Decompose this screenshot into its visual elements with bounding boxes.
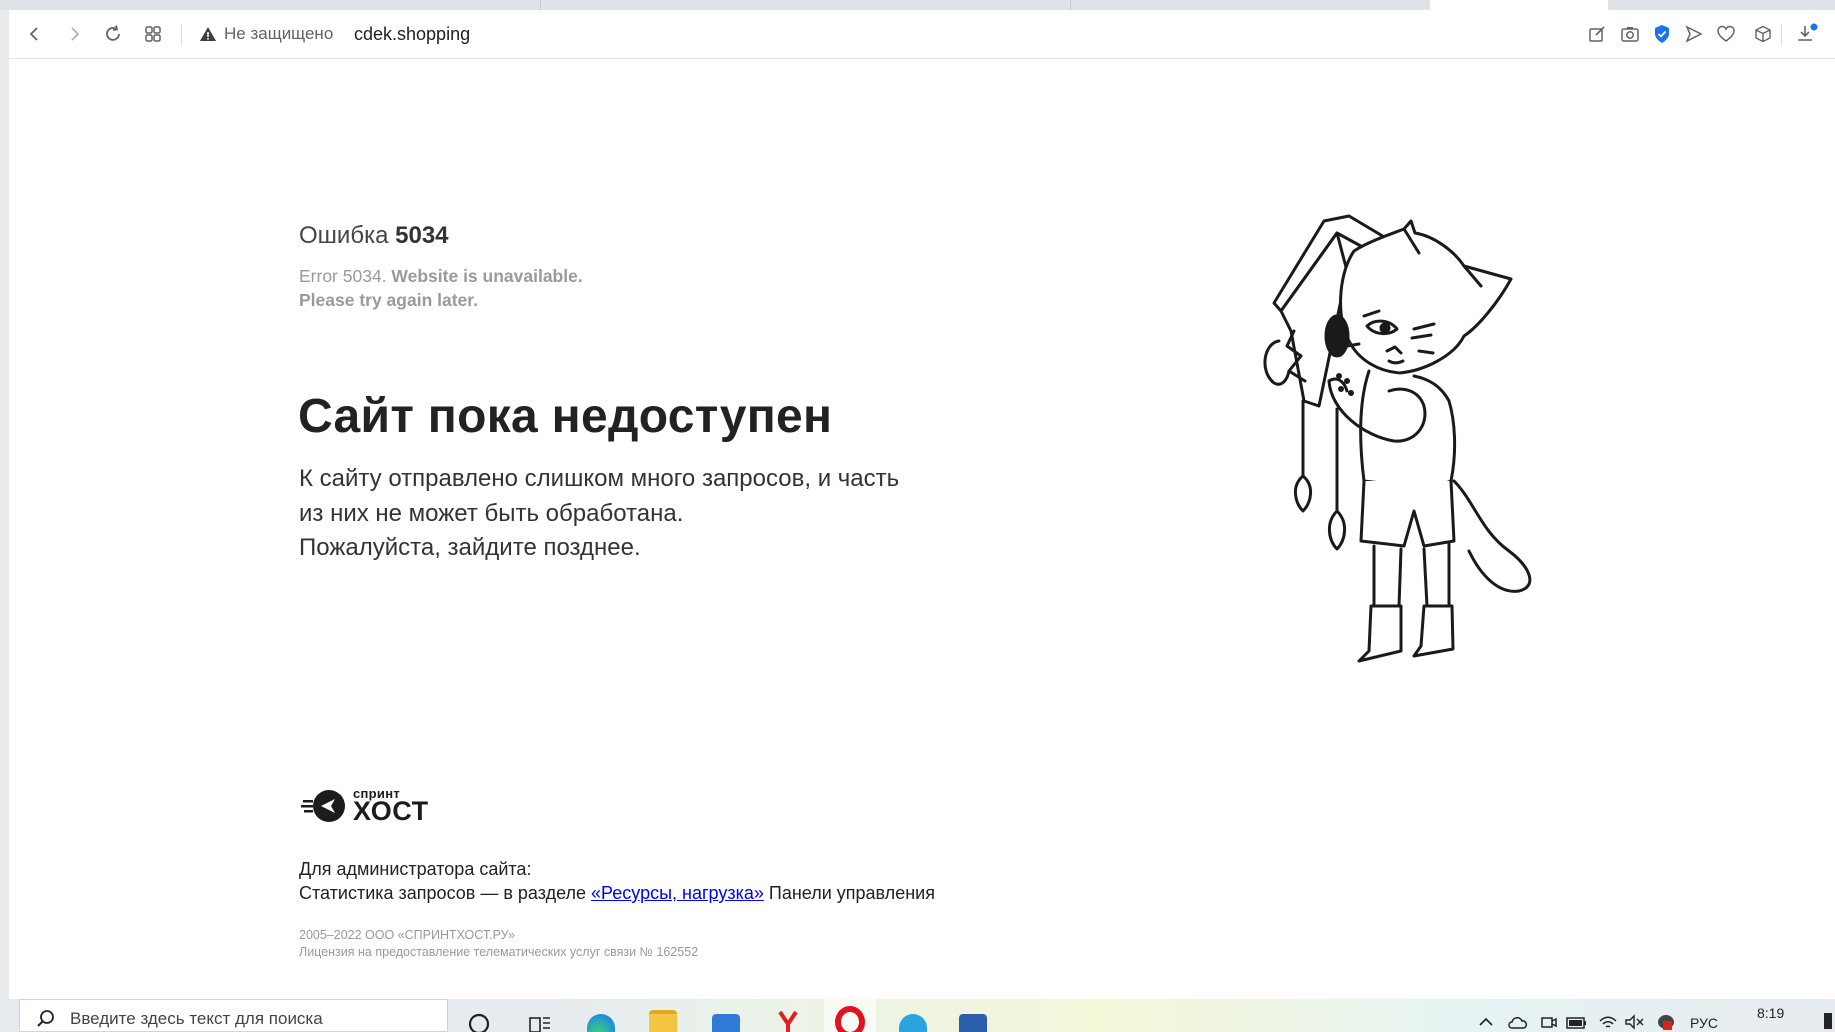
cortana-button[interactable] [464,1007,494,1032]
clock-time[interactable]: 8:19 [1757,1005,1784,1021]
admin-text-before: Статистика запросов — в разделе [299,883,587,903]
admin-info: Для администратора сайта: Статистика зап… [299,857,935,905]
page-content: Ошибка 5034 Error 5034. Website is unava… [9,59,1835,999]
description-line: из них не может быть обработана. [299,499,684,527]
error-en-bold-1: Website is unavailable. [391,266,583,286]
error-en-plain: Error 5034. [299,266,387,286]
camera-icon [1621,27,1639,42]
app-tray-icon[interactable] [1655,1013,1677,1031]
license: Лицензия на предоставление телематически… [299,945,699,959]
toolbar-divider [1781,24,1782,46]
extensions-button[interactable] [1751,22,1775,46]
active-tab[interactable] [1430,0,1608,10]
reload-icon [106,25,120,41]
tab-separator [540,0,541,10]
taskbar-edge[interactable] [586,1007,616,1032]
favorites-button[interactable] [1714,22,1738,46]
security-label: Не защищено [224,24,334,43]
folder-icon [649,1010,677,1032]
cube-icon [1755,25,1771,43]
error-description: К сайту отправлено слишком много запросо… [299,462,979,566]
back-button[interactable] [23,22,47,46]
taskbar-telegram[interactable] [898,1007,928,1032]
cat-with-cuckoo-clock-illustration [1263,214,1532,663]
edit-page-button[interactable] [1585,22,1609,46]
tab-strip [0,0,1835,10]
meet-now-icon[interactable] [1540,1014,1558,1030]
grid-icon [145,26,161,42]
security-indicator[interactable]: Не защищено [199,24,333,44]
search-placeholder: Введите здесь текст для поиска [70,1009,323,1028]
address-bar[interactable]: cdek.shopping [354,24,470,45]
chevron-up-icon[interactable] [1478,1015,1494,1027]
downloads-button[interactable] [1795,22,1819,46]
speed-dial-button[interactable] [141,22,165,46]
windows-taskbar: Введите здесь текст для поиска РУС 8:19 [0,999,1835,1032]
task-view-icon [529,1017,550,1032]
resources-load-link[interactable]: «Ресурсы, нагрузка» [591,883,764,903]
description-line: К сайту отправлено слишком много запросо… [299,465,900,492]
opera-icon [835,1006,865,1032]
page-title: Сайт пока недоступен [298,390,833,443]
error-english: Error 5034. Website is unavailable. Plea… [299,264,583,312]
reload-button[interactable] [101,22,125,46]
telegram-icon [899,1014,927,1032]
forward-button[interactable] [62,22,86,46]
mail-icon [712,1014,740,1032]
edge-icon [587,1014,615,1032]
taskbar-opera[interactable] [824,999,876,1032]
taskbar-explorer[interactable] [648,1007,678,1032]
task-view-button[interactable] [525,1007,555,1032]
snapshot-button[interactable] [1618,22,1642,46]
search-icon [37,1010,54,1027]
arrow-left-icon [29,27,38,41]
logo-text-bottom: ХОСТ [353,796,429,826]
battery-icon[interactable] [1566,1015,1588,1029]
cortana-circle-icon [468,1013,490,1032]
description-line: Пожалуйста, зайдите позднее. [299,534,641,561]
error-prefix: Ошибка [299,222,389,249]
toolbar-divider [181,24,182,46]
copyright: 2005–2022 ООО «СПРИНТХОСТ.РУ» [299,928,516,942]
input-language[interactable]: РУС [1690,1015,1718,1031]
error-code: 5034 [395,222,449,249]
download-icon [1798,23,1818,41]
yandex-browser-icon [778,1010,798,1032]
share-button[interactable] [1682,22,1706,46]
tab-separator [1070,0,1071,10]
edit-icon [1589,26,1605,42]
taskbar-word[interactable] [958,1007,988,1032]
footer-legal: 2005–2022 ООО «СПРИНТХОСТ.РУ» Лицензия н… [299,927,698,961]
onedrive-cloud-icon[interactable] [1507,1015,1529,1029]
word-icon [959,1014,987,1032]
vpn-shield-button[interactable] [1650,22,1674,46]
taskbar-mail[interactable] [711,1007,741,1032]
sprinthost-logo[interactable]: спринт ХОСТ [301,787,429,825]
error-title: Ошибка 5034 [299,222,449,250]
notification-center-button[interactable] [1824,1013,1832,1029]
sprinthost-logo-icon [301,790,345,822]
admin-heading: Для администратора сайта: [299,859,532,879]
error-en-bold-2: Please try again later. [299,290,478,310]
taskbar-search-input[interactable]: Введите здесь текст для поиска [19,999,448,1032]
arrow-right-icon [71,27,80,41]
shield-check-icon [1655,25,1669,43]
admin-text-after: Панели управления [768,883,935,903]
heart-icon [1717,25,1735,42]
volume-muted-icon[interactable] [1624,1014,1646,1030]
warning-icon [200,27,216,41]
send-icon [1685,25,1703,43]
browser-toolbar: Не защищено cdek.shopping [9,10,1835,59]
wifi-icon[interactable] [1598,1013,1618,1031]
taskbar-yandex[interactable] [773,1007,803,1032]
